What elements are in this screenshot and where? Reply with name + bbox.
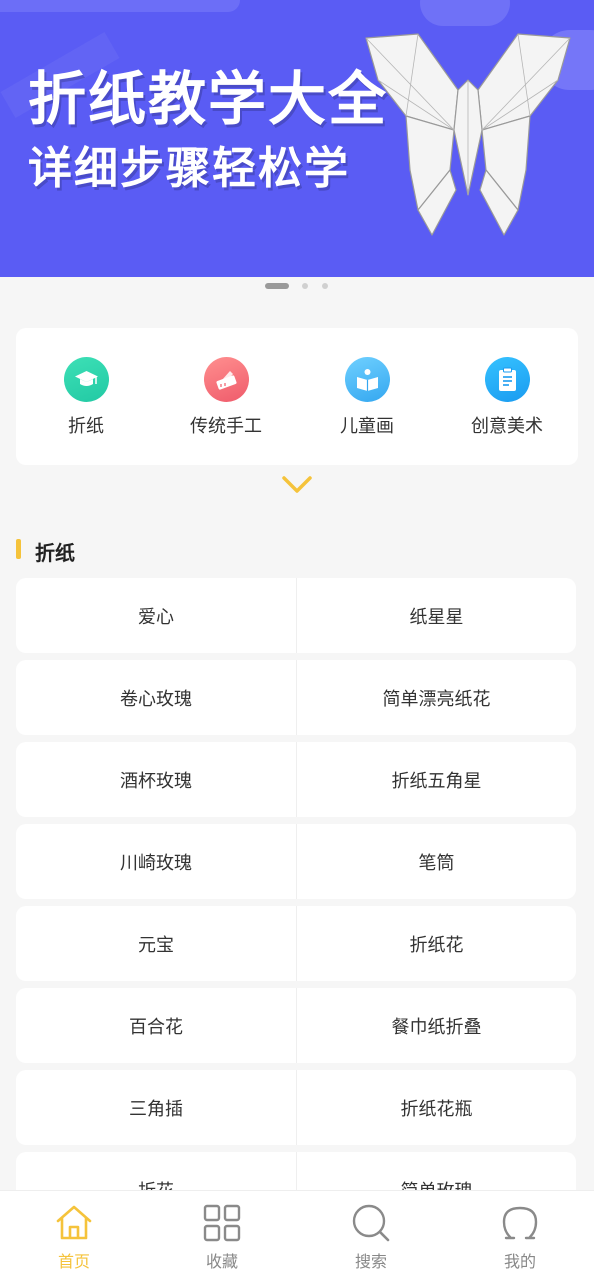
bottom-tab-bar: 首页 收藏 搜索 我的 <box>0 1190 594 1280</box>
list-row: 元宝 折纸花 <box>16 906 576 981</box>
banner-page-indicator <box>0 282 594 292</box>
hero-banner[interactable]: 折纸教学大全 详细步骤轻松学 <box>0 0 594 277</box>
list-item[interactable]: 三角插 <box>16 1070 296 1145</box>
list-row: 酒杯玫瑰 折纸五角星 <box>16 742 576 817</box>
banner-title: 折纸教学大全 <box>28 65 389 133</box>
list-item[interactable]: 笔筒 <box>296 824 576 899</box>
category-creative-art[interactable]: 创意美术 <box>437 328 577 465</box>
tab-search[interactable]: 搜索 <box>297 1191 445 1280</box>
clipboard-icon <box>485 357 530 402</box>
tab-mine[interactable]: 我的 <box>446 1191 594 1280</box>
list-item[interactable]: 元宝 <box>16 906 296 981</box>
category-origami[interactable]: 折纸 <box>16 328 156 465</box>
list-item[interactable]: 折纸花瓶 <box>296 1070 576 1145</box>
user-icon <box>502 1206 538 1240</box>
list-item[interactable]: 简单漂亮纸花 <box>296 660 576 735</box>
list-item[interactable]: 酒杯玫瑰 <box>16 742 296 817</box>
list-item[interactable]: 卷心玫瑰 <box>16 660 296 735</box>
pencil-ruler-icon <box>204 357 249 402</box>
tab-label: 搜索 <box>354 1252 387 1271</box>
list-row: 三角插 折纸花瓶 <box>16 1070 576 1145</box>
graduation-cap-icon <box>64 357 109 402</box>
section-accent-bar <box>16 539 21 559</box>
category-label: 儿童画 <box>340 416 394 437</box>
list-item[interactable]: 餐巾纸折叠 <box>296 988 576 1063</box>
indicator-dot <box>322 283 328 289</box>
reading-book-icon <box>345 357 390 402</box>
banner-decoration <box>0 0 240 12</box>
category-card: 折纸 传统手工 儿童画 创意美术 <box>16 328 578 465</box>
list-item[interactable]: 折纸五角星 <box>296 742 576 817</box>
list-item[interactable]: 纸星星 <box>296 578 576 653</box>
list-item[interactable]: 爱心 <box>16 578 296 653</box>
list-item[interactable]: 川崎玫瑰 <box>16 824 296 899</box>
tab-home[interactable]: 首页 <box>0 1191 148 1280</box>
tab-label: 首页 <box>57 1252 90 1271</box>
list-item[interactable]: 折纸花 <box>296 906 576 981</box>
origami-butterfly-image <box>365 33 571 236</box>
section-title: 折纸 <box>35 541 75 565</box>
category-children-drawing[interactable]: 儿童画 <box>297 328 437 465</box>
grid-icon <box>203 1204 241 1242</box>
tab-favorites[interactable]: 收藏 <box>148 1191 296 1280</box>
tab-label: 我的 <box>503 1252 536 1271</box>
search-icon <box>352 1204 390 1242</box>
category-traditional-craft[interactable]: 传统手工 <box>156 328 296 465</box>
category-label: 传统手工 <box>190 416 262 437</box>
list-row: 川崎玫瑰 笔筒 <box>16 824 576 899</box>
category-label: 折纸 <box>68 416 104 437</box>
banner-subtitle: 详细步骤轻松学 <box>28 143 350 194</box>
category-label: 创意美术 <box>471 416 543 437</box>
indicator-dot <box>302 283 308 289</box>
list-row: 爱心 纸星星 <box>16 578 576 653</box>
list-item[interactable]: 百合花 <box>16 988 296 1063</box>
indicator-dot-active <box>265 283 289 289</box>
chevron-down-icon[interactable] <box>281 474 313 496</box>
list-row: 百合花 餐巾纸折叠 <box>16 988 576 1063</box>
tab-label: 收藏 <box>205 1252 238 1271</box>
home-icon <box>56 1205 92 1240</box>
list-row: 卷心玫瑰 简单漂亮纸花 <box>16 660 576 735</box>
